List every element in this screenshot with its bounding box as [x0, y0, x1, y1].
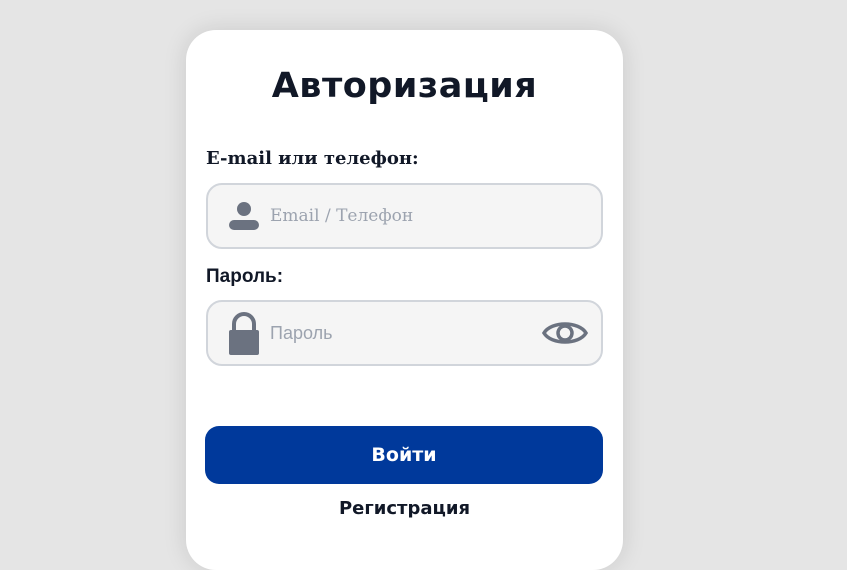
password-field-container[interactable] — [206, 300, 603, 366]
password-label: Пароль: — [206, 266, 284, 287]
register-link[interactable]: Регистрация — [186, 498, 623, 519]
user-icon — [229, 202, 259, 230]
lock-icon — [229, 312, 259, 355]
auth-card: Авторизация E-mail или телефон: Пароль: … — [186, 30, 623, 570]
email-field-container[interactable] — [206, 183, 603, 249]
password-input[interactable] — [270, 302, 540, 364]
eye-icon[interactable] — [541, 316, 589, 350]
login-button[interactable]: Войти — [205, 426, 603, 484]
email-input[interactable] — [270, 185, 540, 247]
email-label: E-mail или телефон: — [206, 148, 419, 169]
page-title: Авторизация — [271, 66, 538, 106]
